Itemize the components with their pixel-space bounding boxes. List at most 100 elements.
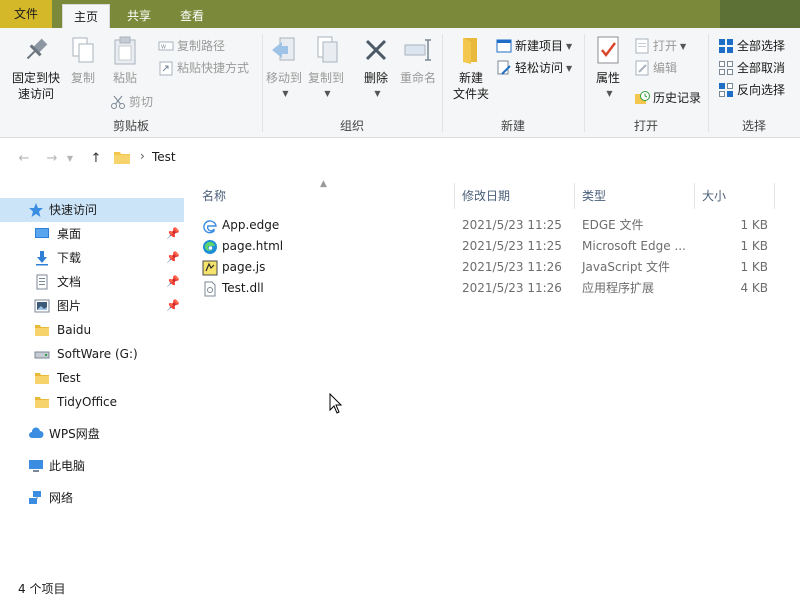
file-size: 4 KB [740,281,768,295]
file-name: App.edge [222,218,280,232]
tab-view[interactable]: 查看 [168,4,216,28]
select-none-icon [718,60,734,76]
sidebar-item[interactable]: Baidu [0,318,184,342]
properties-chevron-down-icon: ▼ [606,89,613,98]
sidebar-item[interactable]: TidyOffice [0,390,184,414]
star-icon [28,202,44,218]
tab-share[interactable]: 共享 [115,4,163,28]
nav-network[interactable]: 网络 [0,486,184,510]
nav-quick-access[interactable]: 快速访问 [0,198,184,222]
nav-network-label: 网络 [49,491,74,505]
column-divider[interactable] [574,183,575,209]
column-header-size[interactable]: 大小 [702,187,726,205]
breadcrumb-test[interactable]: Test [152,150,176,164]
select-none-button[interactable]: 全部取消 [718,58,785,78]
tab-file[interactable]: 文件 [0,0,52,28]
column-divider[interactable] [694,183,695,209]
column-header-modified[interactable]: 修改日期 [462,187,510,205]
dll-file-icon [202,281,218,297]
history-button[interactable]: 历史记录 [634,88,701,108]
drive-icon [34,346,50,362]
address-row: ← → ▼ ↑ › Test [0,139,800,179]
file-row[interactable]: App.edge 2021/5/23 11:25 EDGE 文件 1 KB [198,215,788,236]
copy-to-button[interactable]: 复制到 ▼ [306,34,346,102]
cloud-icon [28,426,44,442]
properties-label: 属性 [595,71,620,85]
select-all-button[interactable]: 全部选择 [718,36,785,56]
pin-icon[interactable]: 📌 [166,222,180,246]
sidebar-item[interactable]: SoftWare (G:) [0,342,184,366]
rename-button[interactable]: 重命名 [398,34,438,86]
file-name: page.html [222,239,284,253]
edit-button[interactable]: 编辑 [634,58,677,78]
nav-this-pc[interactable]: 此电脑 [0,454,184,478]
invert-selection-button[interactable]: 反向选择 [718,80,785,100]
properties-button[interactable]: 属性 ▼ [592,34,624,102]
open-icon [634,38,650,54]
copy-button[interactable]: 复制 [66,34,100,86]
move-to-button[interactable]: 移动到 ▼ [264,34,304,102]
open-label: 打开 [653,39,678,53]
folder-icon [34,322,50,338]
file-type: 应用程序扩展 [582,281,655,295]
paste-icon [109,34,141,66]
file-modified: 2021/5/23 11:26 [462,281,562,295]
move-to-label: 移动到 [265,71,302,85]
file-name: Test.dll [222,281,264,295]
recent-locations-chevron-down-icon[interactable]: ▼ [64,149,76,169]
properties-icon [592,34,624,66]
select-none-label: 全部取消 [737,61,786,75]
new-folder-icon [455,34,487,66]
item-count: 4 个项目 [18,582,66,596]
pin-icon[interactable]: 📌 [166,246,180,270]
forward-arrow-icon[interactable]: → [42,149,62,169]
copy-path-button[interactable]: W 复制路径 [158,36,225,56]
pin-icon[interactable]: 📌 [166,270,180,294]
sidebar-item[interactable]: 文档 📌 [0,270,184,294]
sidebar-item[interactable]: 桌面 📌 [0,222,184,246]
delete-button[interactable]: 删除 ▼ [358,34,394,102]
sidebar-item-label: 下载 [57,251,82,265]
up-arrow-icon[interactable]: ↑ [86,149,106,169]
scissors-icon [110,94,126,110]
new-item-button[interactable]: 新建项目 ▼ [496,36,572,56]
new-folder-label-line2: 文件夹 [452,87,489,101]
open-button[interactable]: 打开 ▼ [634,36,686,56]
file-modified: 2021/5/23 11:25 [462,218,562,232]
cut-label: 剪切 [129,95,154,109]
new-group-label: 新建 [500,119,525,133]
network-icon [28,490,44,506]
tab-home[interactable]: 主页 [62,4,110,28]
column-header-type[interactable]: 类型 [582,187,606,205]
sidebar-item[interactable]: 图片 📌 [0,294,184,318]
invert-selection-icon [718,82,734,98]
cut-button[interactable]: 剪切 [110,92,153,112]
paste-shortcut-button[interactable]: 粘贴快捷方式 [158,58,249,78]
breadcrumb-chevron-icon: › [140,149,145,163]
computer-icon [28,458,44,474]
copy-to-icon [310,34,342,66]
column-header-name[interactable]: 名称 [202,187,226,205]
pin-icon[interactable]: 📌 [166,294,180,318]
new-folder-button[interactable]: 新建 文件夹 [450,34,492,102]
back-arrow-icon[interactable]: ← [14,149,34,169]
paste-button[interactable]: 粘贴 [106,34,144,86]
file-row[interactable]: page.html 2021/5/23 11:25 Microsoft Edge .… [198,236,788,257]
file-row[interactable]: Test.dll 2021/5/23 11:26 应用程序扩展 4 KB [198,278,788,299]
file-type: EDGE 文件 [582,218,644,232]
nav-wps-drive[interactable]: WPS网盘 [0,422,184,446]
sidebar-item[interactable]: 下载 📌 [0,246,184,270]
history-icon [634,90,650,106]
svg-text:W: W [161,44,166,50]
file-size: 1 KB [740,239,768,253]
sidebar-item[interactable]: Test [0,366,184,390]
column-divider[interactable] [774,183,775,209]
address-bar[interactable]: › Test [108,147,800,171]
copy-to-label: 复制到 [307,71,344,85]
edge-file-icon [202,218,218,234]
pin-to-quick-access-button[interactable]: 固定到快 速访问 [8,34,64,102]
easy-access-button[interactable]: 轻松访问 ▼ [496,58,572,78]
pin-icon [20,34,52,66]
file-row[interactable]: page.js 2021/5/23 11:26 JavaScript 文件 1 KB [198,257,788,278]
column-divider[interactable] [454,183,455,209]
